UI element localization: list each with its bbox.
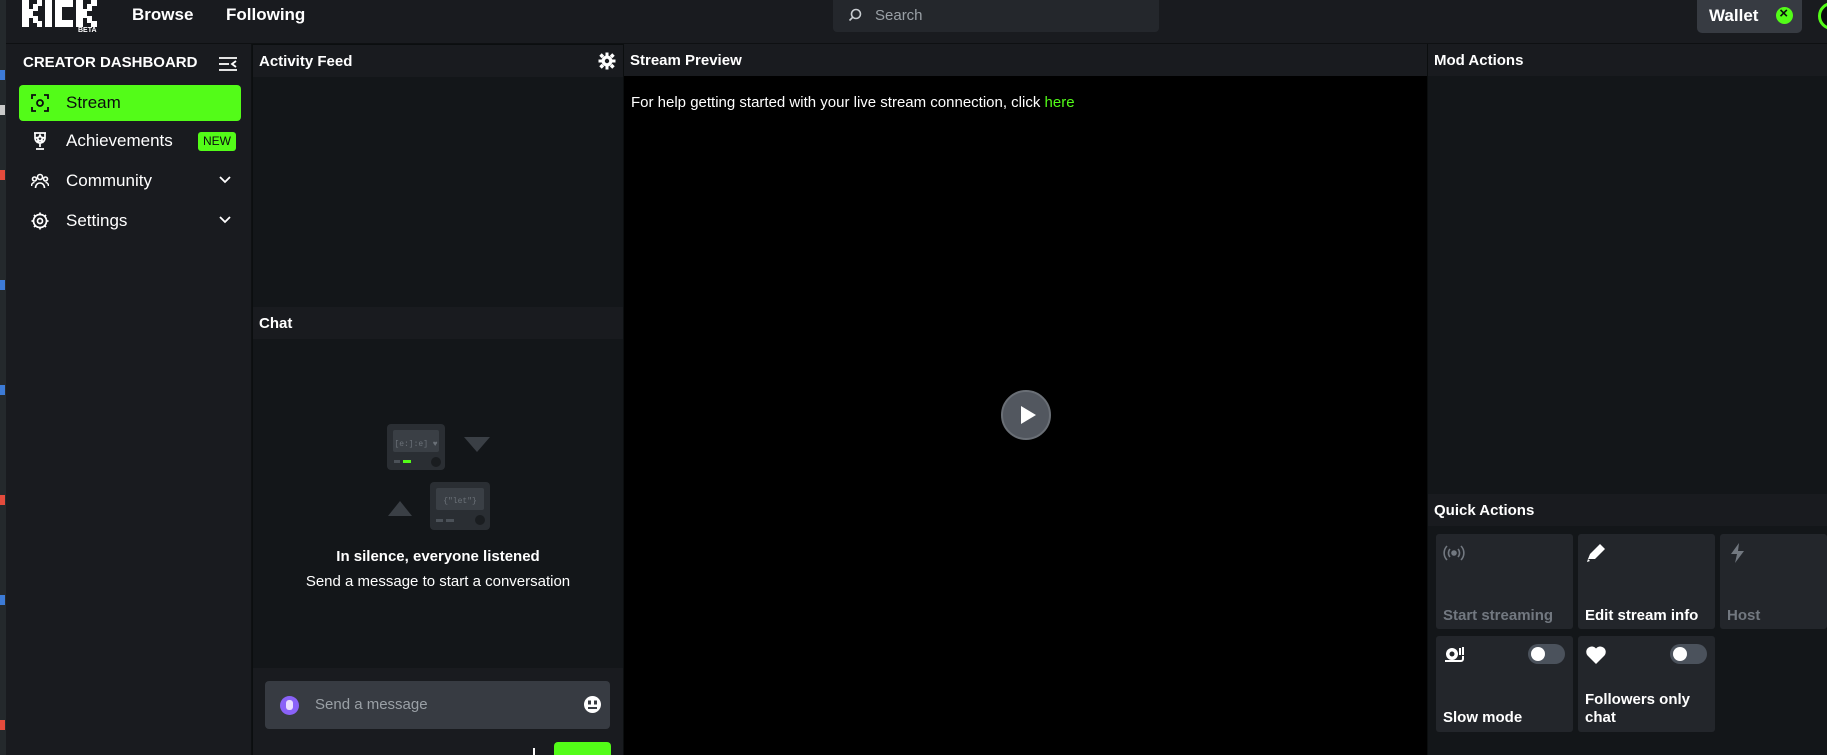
activity-settings-icon[interactable]: [598, 52, 616, 70]
wallet-label: Wallet: [1709, 6, 1759, 25]
host-label: Host: [1727, 607, 1761, 624]
slow-mode-toggle[interactable]: [1528, 644, 1565, 664]
creator-sidebar: CREATOR DASHBOARD Stream Achievements NE…: [6, 44, 252, 755]
community-icon: [31, 173, 49, 189]
quick-actions-header: Quick Actions: [1428, 494, 1827, 526]
creator-dashboard-page: BETA Browse Following Search Wallet CREA…: [0, 0, 1827, 755]
play-button[interactable]: [1001, 390, 1051, 440]
snail-icon: [1445, 647, 1464, 662]
sidebar-item-label: Stream: [66, 93, 121, 112]
user-badge-icon: [280, 696, 299, 715]
browse-link[interactable]: Browse: [132, 5, 193, 25]
activity-feed-title: Activity Feed: [259, 53, 353, 70]
empty-chat-title: In silence, everyone listened: [336, 548, 540, 565]
lightning-icon: [1731, 543, 1744, 563]
chat-settings-icon[interactable]: [530, 748, 538, 755]
activity-feed-header: Activity Feed: [253, 45, 623, 77]
slow-mode-tile[interactable]: Slow mode: [1436, 636, 1573, 732]
trophy-icon: [34, 132, 46, 150]
search-input[interactable]: Search: [833, 0, 1159, 32]
empty-chat-illustration-icon: [e:]:e] ♥ {"let"}: [387, 424, 490, 530]
sidebar-title: CREATOR DASHBOARD: [23, 54, 198, 71]
kick-logo[interactable]: BETA: [22, 0, 104, 38]
stream-icon: [31, 94, 49, 112]
collapse-sidebar-icon[interactable]: [218, 56, 238, 72]
top-navigation: BETA Browse Following Search Wallet: [6, 0, 1827, 44]
svg-text:[e:]:e] ♥: [e:]:e] ♥: [394, 440, 437, 449]
chevron-down-icon: [219, 176, 231, 184]
stream-preview-title: Stream Preview: [630, 52, 742, 69]
sidebar-item-label: Achievements: [66, 131, 173, 150]
search-icon: [848, 8, 862, 22]
sidebar-item-settings[interactable]: Settings: [19, 203, 241, 239]
settings-icon: [31, 212, 49, 230]
activity-feed-body: [253, 77, 623, 307]
play-icon: [1021, 406, 1036, 424]
mod-actions-header: Mod Actions: [1428, 44, 1827, 76]
stream-help-sentence: For help getting started with your live …: [631, 94, 1045, 111]
mod-actions-title: Mod Actions: [1434, 52, 1524, 69]
emoji-icon[interactable]: [583, 695, 602, 714]
sidebar-item-community[interactable]: Community: [19, 163, 241, 199]
logo-badge: BETA: [78, 27, 97, 34]
chat-header: Chat: [253, 307, 623, 339]
pencil-icon: [1587, 544, 1605, 562]
heart-icon: [1586, 646, 1606, 664]
following-link[interactable]: Following: [226, 5, 305, 25]
followers-only-label: Followers only chat: [1585, 691, 1691, 726]
sidebar-item-label: Community: [66, 171, 152, 190]
broadcast-icon: [1443, 545, 1465, 561]
stream-preview-header: Stream Preview: [624, 44, 1427, 76]
search-placeholder: Search: [875, 7, 923, 24]
svg-text:{"let"}: {"let"}: [443, 497, 477, 506]
kick-coin-icon: [1776, 5, 1793, 24]
sidebar-item-achievements[interactable]: Achievements NEW: [19, 123, 241, 159]
mod-actions-body: [1428, 76, 1827, 494]
stream-help-text: For help getting started with your live …: [631, 94, 1075, 111]
followers-only-toggle[interactable]: [1670, 644, 1707, 664]
chevron-down-icon: [219, 216, 231, 224]
chat-message-input[interactable]: Send a message: [265, 681, 610, 729]
sidebar-item-stream[interactable]: Stream: [19, 85, 241, 121]
user-avatar[interactable]: [1818, 2, 1827, 30]
host-tile[interactable]: Host: [1720, 534, 1827, 629]
new-badge: NEW: [198, 132, 236, 151]
slow-mode-label: Slow mode: [1443, 709, 1523, 726]
stream-help-link[interactable]: here: [1045, 94, 1075, 111]
chat-send-button[interactable]: [554, 742, 611, 755]
start-streaming-tile[interactable]: Start streaming: [1436, 534, 1573, 629]
wallet-button[interactable]: Wallet: [1697, 0, 1802, 33]
chat-title: Chat: [259, 315, 293, 332]
edit-stream-info-label: Edit stream info: [1585, 607, 1699, 624]
sidebar-item-label: Settings: [66, 211, 128, 230]
start-streaming-label: Start streaming: [1443, 607, 1554, 624]
edit-stream-info-tile[interactable]: Edit stream info: [1578, 534, 1715, 629]
followers-only-tile[interactable]: Followers only chat: [1578, 636, 1715, 732]
quick-actions-title: Quick Actions: [1434, 502, 1535, 519]
empty-chat-subtitle: Send a message to start a conversation: [305, 573, 571, 590]
chat-input-placeholder: Send a message: [315, 696, 428, 713]
